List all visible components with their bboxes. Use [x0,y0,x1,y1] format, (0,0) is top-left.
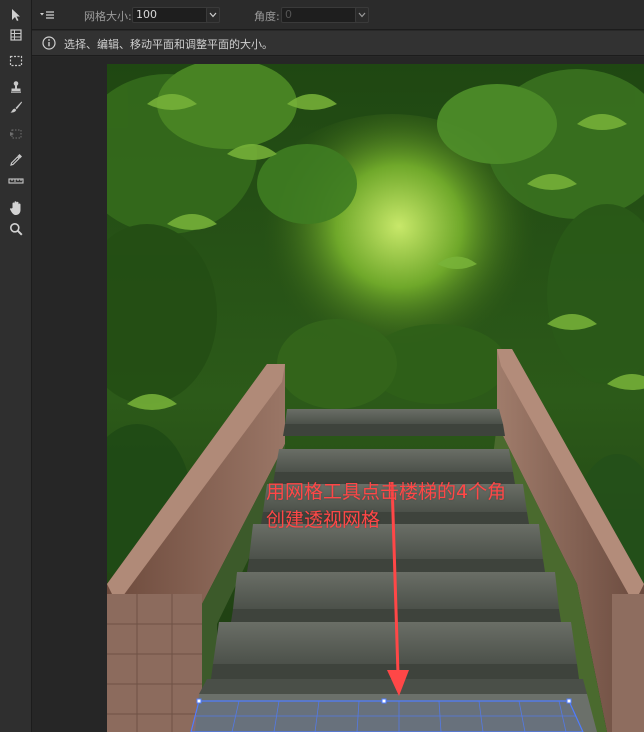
vanishing-point-window: 网格大小: 100 角度: 0 选择、编辑、移动平面和调整平面的大小。 用网格工… [0,0,644,732]
chevron-down-icon [358,12,366,18]
info-icon [42,36,56,50]
hint-text: 选择、编辑、移动平面和调整平面的大小。 [64,38,273,51]
left-toolbar [0,0,32,732]
eyedropper-tool-icon[interactable] [4,150,28,170]
hand-tool-icon[interactable] [4,198,28,218]
transform-tool-icon[interactable] [4,124,28,144]
grid-size-label: 网格大小: [84,10,132,23]
angle-label: 角度: [254,10,280,23]
brush-tool-icon[interactable] [4,97,28,117]
staircase-photo[interactable] [107,64,644,732]
grid-size-dropdown[interactable] [206,7,220,23]
zoom-tool-icon[interactable] [4,219,28,239]
measure-tool-icon[interactable] [4,171,28,191]
edit-plane-tool-icon[interactable] [4,5,28,25]
options-bar: 网格大小: 100 角度: 0 [32,0,644,30]
marquee-tool-icon[interactable] [4,51,28,71]
angle-dropdown [355,7,369,23]
chevron-down-icon [209,12,217,18]
menu-icon[interactable] [39,8,55,22]
create-plane-tool-icon[interactable] [4,25,28,45]
annotation-line-1: 用网格工具点击楼梯的4个角 [266,481,507,503]
stamp-tool-icon[interactable] [4,77,28,97]
annotation-text: 用网格工具点击楼梯的4个角 创建透视网格 [266,478,506,534]
canvas-area[interactable]: 用网格工具点击楼梯的4个角 创建透视网格 [32,57,644,732]
perspective-grid[interactable] [190,698,584,732]
hint-bar: 选择、编辑、移动平面和调整平面的大小。 [32,31,644,56]
annotation-line-2: 创建透视网格 [266,509,381,531]
